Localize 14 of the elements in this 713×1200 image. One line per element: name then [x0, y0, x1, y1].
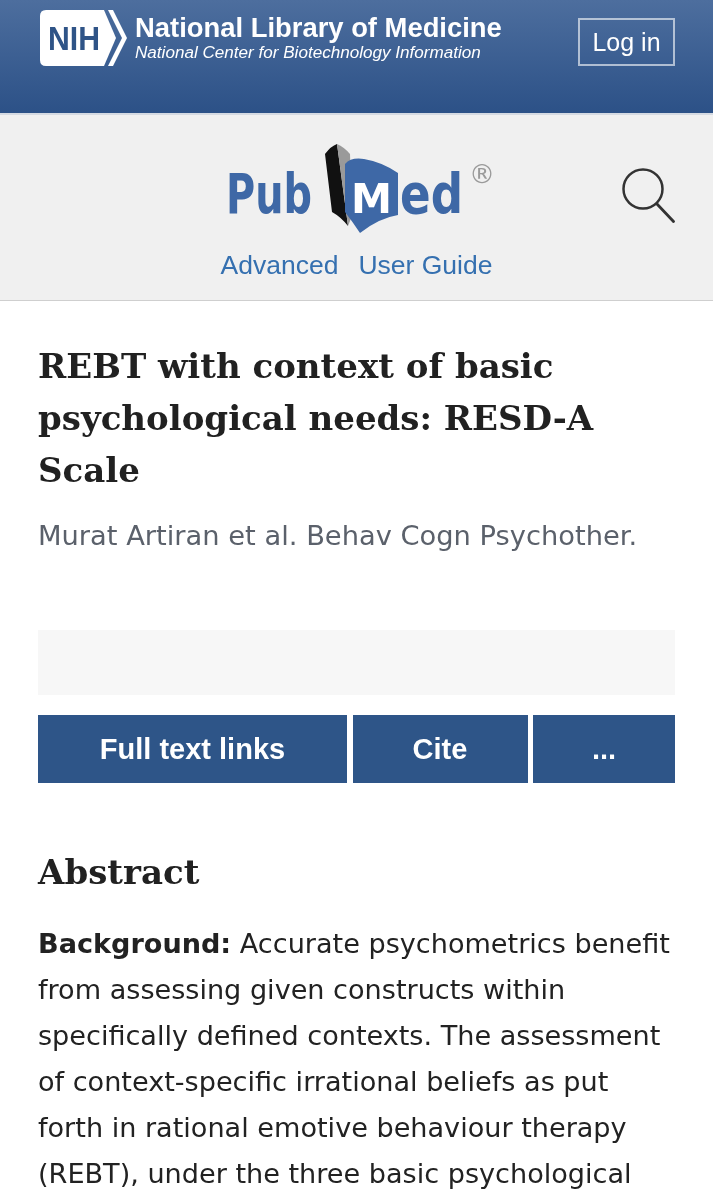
- more-button[interactable]: ...: [533, 715, 675, 783]
- user-guide-link[interactable]: User Guide: [358, 249, 493, 281]
- pubmed-logo[interactable]: Pub M ed®: [223, 142, 494, 237]
- search-icon[interactable]: [621, 167, 675, 223]
- abstract-heading: Abstract: [38, 851, 201, 894]
- article-authors: Murat Artiran et al. Behav Cogn Psychother.: [38, 519, 639, 553]
- login-button[interactable]: Log in: [578, 18, 675, 66]
- article-title: REBT with context of basic psychological needs: RESD-A Scale: [38, 345, 595, 492]
- abstract-text: Background: Accurate psychometrics benefit from assessing given constructs within specifically defined contexts. The assessment of context-specific irrational beliefs as put forth in rational emotive behaviour therapy (REBT), under the three basic psychological: [38, 927, 671, 1191]
- cite-button[interactable]: Cite: [352, 715, 528, 783]
- advanced-link[interactable]: Advanced: [220, 249, 339, 281]
- site-title: National Library of Medicine: [135, 13, 502, 43]
- site-subtitle: National Center for Biotechnology Information: [135, 43, 481, 63]
- full-text-links-button[interactable]: Full text links: [38, 715, 347, 783]
